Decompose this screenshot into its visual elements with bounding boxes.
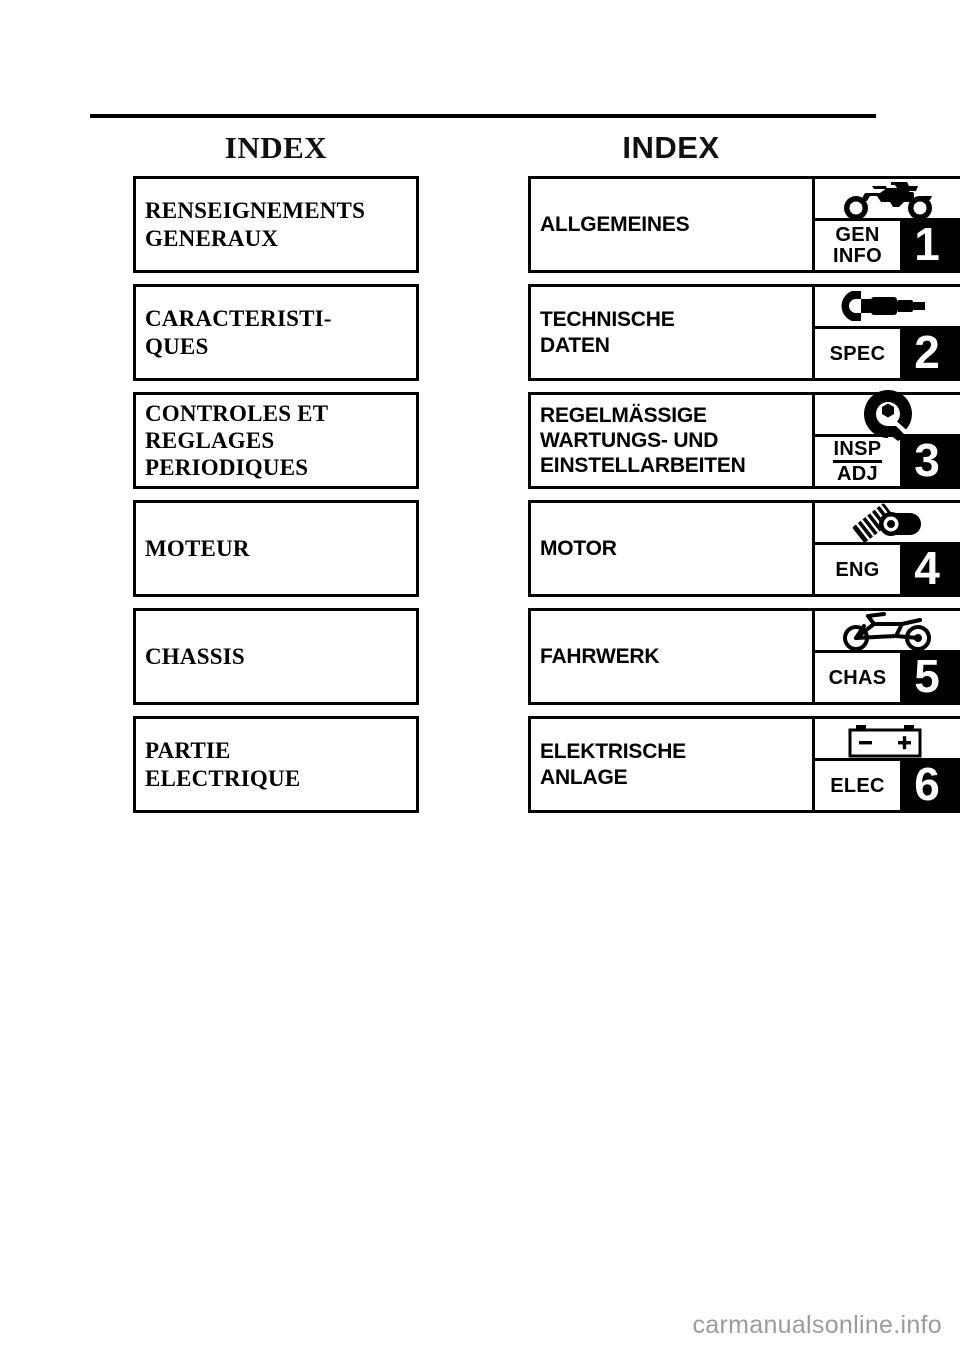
- micrometer-icon: [815, 287, 960, 326]
- german-index-row[interactable]: FAHRWERK CHAS 5: [528, 608, 960, 705]
- section-tab-tag: ELEC 6: [815, 758, 960, 810]
- site-watermark: carmanualsonline.info: [692, 1311, 942, 1339]
- header-rule: [90, 114, 876, 118]
- german-index-row[interactable]: MOTOR ENG 4: [528, 500, 960, 597]
- section-code-line1: INSP: [832, 439, 883, 463]
- section-number-badge: 4: [900, 542, 960, 594]
- french-index-row-label: CHASSIS: [145, 643, 245, 669]
- german-index-row-label: FAHRWERK: [540, 644, 660, 668]
- section-code-label: SPEC: [815, 326, 900, 378]
- german-index-row[interactable]: ELEKTRISCHE ANLAGE ELEC 6: [528, 716, 960, 813]
- motorcycle-solid-icon: [815, 179, 960, 220]
- french-index-row[interactable]: CARACTERISTI- QUES: [133, 284, 419, 381]
- french-index-row[interactable]: MOTEUR: [133, 500, 419, 597]
- index-page: INDEX INDEX RENSEIGNEMENTS GENERAUX CARAC…: [0, 0, 960, 1358]
- section-code-label: INSP ADJ: [815, 434, 900, 486]
- french-index-row[interactable]: CONTROLES ET REGLAGES PERIODIQUES: [133, 392, 419, 489]
- german-index-row[interactable]: REGELMÄSSIGE WARTUNGS- UND EINSTELLARBEI…: [528, 389, 960, 489]
- french-index-row-label: CARACTERISTI- QUES: [145, 306, 332, 359]
- section-code-label: GEN INFO: [815, 218, 900, 270]
- section-code-line1: SPEC: [829, 342, 886, 365]
- section-number-badge: 6: [900, 758, 960, 810]
- german-index-row-label: REGELMÄSSIGE WARTUNGS- UND EINSTELLARBEI…: [540, 403, 746, 478]
- section-tab[interactable]: INSP ADJ 3: [812, 389, 960, 489]
- section-tab[interactable]: ENG 4: [812, 500, 960, 597]
- section-number-badge: 1: [900, 218, 960, 270]
- section-tab-tag: GEN INFO 1: [815, 218, 960, 270]
- motorcycle-outline-icon: [815, 611, 960, 651]
- german-index-row-label: MOTOR: [540, 536, 617, 560]
- german-index-row-box: MOTOR: [528, 500, 815, 597]
- section-tab[interactable]: GEN INFO 1: [812, 176, 960, 273]
- section-number-badge: 2: [900, 326, 960, 378]
- section-code-line2: ADJ: [837, 463, 878, 485]
- french-index-row[interactable]: RENSEIGNEMENTS GENERAUX: [133, 176, 419, 273]
- section-code-label: CHAS: [815, 650, 900, 702]
- section-tab[interactable]: CHAS 5: [812, 608, 960, 705]
- german-index-row-label: TECHNISCHE DATEN: [540, 308, 675, 357]
- page-title-german: INDEX: [622, 130, 720, 165]
- french-index-row-label: PARTIE ELECTRIQUE: [145, 738, 301, 791]
- german-index-row[interactable]: ALLGEMEINES GEN INFO 1: [528, 176, 960, 273]
- section-code-line1: ELEC: [830, 774, 885, 797]
- section-tab[interactable]: SPEC 2: [812, 284, 960, 381]
- section-code-label: ENG: [815, 542, 900, 594]
- piston-icon: [815, 503, 960, 542]
- section-number-badge: 5: [900, 650, 960, 702]
- german-index-row-box: ALLGEMEINES: [528, 176, 815, 273]
- section-code-line2: INFO: [833, 245, 882, 267]
- battery-icon: [815, 719, 960, 758]
- section-code-line1: ENG: [835, 558, 880, 581]
- german-index-column: ALLGEMEINES GEN INFO 1 TECHNISCHE DATEN SPEC 2…: [528, 176, 960, 824]
- french-index-row-label: CONTROLES ET REGLAGES PERIODIQUES: [145, 400, 329, 481]
- german-index-row-box: ELEKTRISCHE ANLAGE: [528, 716, 815, 813]
- german-index-row-box: TECHNISCHE DATEN: [528, 284, 815, 381]
- german-index-row-label: ELEKTRISCHE ANLAGE: [540, 740, 686, 789]
- section-code-line1: CHAS: [828, 666, 887, 689]
- french-index-row[interactable]: CHASSIS: [133, 608, 419, 705]
- section-tab-tag: SPEC 2: [815, 326, 960, 378]
- german-index-row-box: REGELMÄSSIGE WARTUNGS- UND EINSTELLARBEI…: [528, 392, 815, 489]
- german-index-row-label: ALLGEMEINES: [540, 212, 690, 236]
- section-tab-tag: ENG 4: [815, 542, 960, 594]
- section-tab[interactable]: ELEC 6: [812, 716, 960, 813]
- german-index-row-box: FAHRWERK: [528, 608, 815, 705]
- french-index-row-label: MOTEUR: [145, 535, 250, 561]
- french-index-column: RENSEIGNEMENTS GENERAUX CARACTERISTI- QUE…: [133, 176, 419, 824]
- page-title-french: INDEX: [224, 130, 328, 165]
- french-index-row[interactable]: PARTIE ELECTRIQUE: [133, 716, 419, 813]
- section-code-label: ELEC: [815, 758, 900, 810]
- section-number-badge: 3: [900, 434, 960, 486]
- section-tab-tag: CHAS 5: [815, 650, 960, 702]
- section-code-line1: GEN: [835, 224, 880, 246]
- french-index-row-label: RENSEIGNEMENTS GENERAUX: [145, 198, 366, 251]
- wrench-nut-icon: [815, 389, 960, 441]
- german-index-row[interactable]: TECHNISCHE DATEN SPEC 2: [528, 284, 960, 381]
- section-tab-tag: INSP ADJ 3: [815, 434, 960, 486]
